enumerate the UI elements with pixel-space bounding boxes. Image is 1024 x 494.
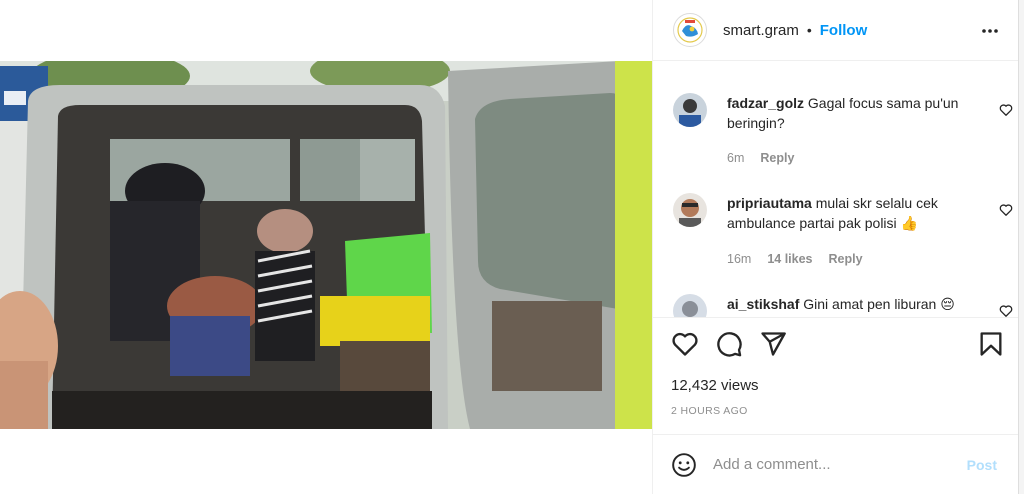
user-photo-icon — [673, 294, 707, 317]
action-icons-row — [671, 330, 1005, 360]
post-username[interactable]: smart.gram — [723, 22, 799, 39]
comment-content: Gini amat pen liburan 😔 — [803, 296, 955, 312]
comment-meta: 6m Reply — [727, 151, 794, 165]
comment-likes[interactable]: 14 likes — [767, 252, 812, 266]
avatar[interactable] — [673, 13, 707, 47]
comments-list[interactable]: fadzar_golz Gagal focus sama pu'un berin… — [653, 61, 1019, 317]
post-sidebar: smart.gram • Follow fadzar_golz Gagal fo… — [652, 0, 1024, 494]
heart-icon[interactable] — [999, 103, 1013, 117]
post-header: smart.gram • Follow — [653, 0, 1019, 61]
comment-bubble-icon[interactable] — [715, 330, 743, 358]
brand-logo-icon — [677, 17, 703, 43]
reply-button[interactable]: Reply — [760, 151, 794, 165]
comment-time: 6m — [727, 151, 745, 165]
add-comment-bar: Post — [653, 434, 1019, 494]
views-count[interactable]: 12,432 views — [671, 377, 759, 394]
reply-button[interactable]: Reply — [829, 252, 863, 266]
heart-icon[interactable] — [999, 203, 1013, 217]
comment-text: ai_stikshaf Gini amat pen liburan 😔 — [727, 294, 977, 314]
share-send-icon[interactable] — [759, 330, 787, 358]
emoji-smile-icon[interactable] — [671, 452, 697, 478]
user-photo-icon — [673, 193, 707, 227]
bookmark-icon[interactable] — [977, 330, 1005, 358]
scrollbar-edge[interactable] — [1018, 0, 1024, 494]
comment-avatar[interactable] — [673, 93, 707, 127]
comment-text: fadzar_golz Gagal focus sama pu'un berin… — [727, 93, 977, 133]
post-timestamp: 2 HOURS AGO — [671, 405, 748, 417]
comment-username[interactable]: fadzar_golz — [727, 95, 804, 111]
separator-dot: • — [806, 22, 812, 38]
more-horizontal-icon[interactable] — [981, 22, 999, 40]
comment-username[interactable]: ai_stikshaf — [727, 296, 799, 312]
post-actions: 12,432 views 2 HOURS AGO — [653, 317, 1019, 434]
video-frame — [0, 61, 652, 429]
heart-icon[interactable] — [671, 330, 699, 358]
comment-username[interactable]: pripriautama — [727, 195, 812, 211]
user-photo-icon — [673, 93, 707, 127]
heart-icon[interactable] — [999, 304, 1013, 317]
comment-time: 16m — [727, 252, 752, 266]
comment-avatar[interactable] — [673, 294, 707, 317]
media-pane — [0, 0, 652, 494]
post-button[interactable]: Post — [967, 457, 997, 473]
comment-input[interactable] — [713, 456, 953, 473]
follow-button[interactable]: Follow — [820, 22, 868, 39]
post-video[interactable] — [0, 61, 652, 429]
comment-text: pripriautama mulai skr selalu cek ambula… — [727, 193, 977, 233]
comment-meta: 16m 14 likes Reply — [727, 252, 863, 266]
comment-avatar[interactable] — [673, 193, 707, 227]
